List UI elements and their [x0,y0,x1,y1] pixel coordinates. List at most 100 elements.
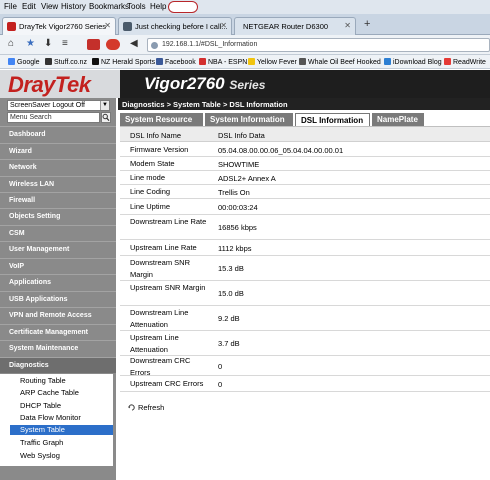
sidebar-item-firewall[interactable]: Firewall [0,192,116,208]
home-icon[interactable]: ⌂ [8,39,14,49]
menu-view[interactable]: View [41,2,58,11]
close-icon[interactable]: ✕ [344,21,351,30]
subitem-web-syslog[interactable]: Web Syslog [20,451,60,460]
menu-history[interactable]: History [61,2,86,11]
bookmark-whaleoil[interactable]: Whale Oil Beef Hooked [299,58,381,66]
model-banner: Vigor2760 Series [120,70,490,98]
bookmark-stuff[interactable]: Stuff.co.nz [45,58,87,66]
bookmark-label: Google [17,59,40,66]
chevron-down-icon[interactable]: ▼ [100,101,109,110]
bookmark-espn[interactable]: NBA - ESPN [199,58,247,66]
row-value: 15.0 dB [218,289,244,298]
facebook-icon [156,58,163,65]
readwrite-icon [444,58,451,65]
row-name: Downstream Line Rate [130,217,207,226]
menu-tools[interactable]: Tools [127,2,146,11]
refresh-button[interactable]: Refresh [128,403,164,412]
row-name: Downstream SNR Margin [130,258,191,279]
search-icon [102,113,110,122]
back-arrow-icon[interactable]: ◀ [130,39,138,49]
sidebar-item-vpn[interactable]: VPN and Remote Access [0,307,116,323]
refresh-label: Refresh [138,403,165,412]
forum-favicon-icon [123,22,132,31]
bookmark-readwrite[interactable]: ReadWrite [444,58,486,66]
download-icon[interactable]: ⬇ [44,39,52,49]
sidebar-item-user-management[interactable]: User Management [0,241,116,257]
bookmark-star-icon[interactable]: ★ [26,39,35,49]
bookmarks-bar: Google Stuff.co.nz NZ Herald Sports Face… [0,55,490,69]
refresh-icon [128,404,135,411]
close-icon[interactable]: ✕ [220,21,227,30]
youtube-icon[interactable] [87,39,100,50]
new-tab-icon[interactable]: + [364,18,370,30]
bookmark-label: Whale Oil Beef Hooked [308,59,381,66]
router-header: DrayTek Vigor2760 Series [0,70,490,98]
adblock-icon[interactable] [106,39,120,50]
tab-system-resource[interactable]: System Resource [120,113,203,126]
browser-tab-forum[interactable]: Just checking before I call... ✕ [118,17,232,35]
row-value: 05.04.08.00.00.06_05.04.04.00.00.01 [218,146,344,155]
table-row: Downstream Line Rate 16856 kbps [120,215,490,240]
url-text: 192.168.1.1/#DSL_Information [162,41,258,48]
row-name: Firmware Version [130,145,189,154]
close-icon[interactable]: ✕ [104,21,111,30]
sidebar-item-voip[interactable]: VoIP [0,258,116,274]
tab-title: Just checking before I call... [135,22,228,31]
sidebar-item-diagnostics[interactable]: Diagnostics [0,357,116,373]
sidebar-item-wireless-lan[interactable]: Wireless LAN [0,176,116,192]
espn-icon [199,58,206,65]
menu-bookmarks[interactable]: Bookmarks [89,2,129,11]
subitem-system-table[interactable]: System Table [10,425,113,435]
url-bar[interactable]: 192.168.1.1/#DSL_Information [147,38,490,52]
model-series: Series [229,78,266,92]
subitem-traffic-graph[interactable]: Traffic Graph [20,438,63,447]
row-name: Line Coding [130,187,171,196]
sidebar-item-wizard[interactable]: Wizard [0,143,116,159]
menu-icon[interactable]: ≡ [62,39,68,49]
tab-dsl-information[interactable]: DSL Information [295,113,370,126]
diagnostics-submenu: Routing Table ARP Cache Table DHCP Table… [0,374,113,466]
menu-help[interactable]: Help [150,2,166,11]
bookmark-facebook[interactable]: Facebook [156,58,196,66]
browser-tab-draytek[interactable]: DrayTek Vigor2760 Series ✕ [2,17,116,35]
sidebar-item-applications[interactable]: Applications [0,274,116,290]
sidebar-item-objects-setting[interactable]: Objects Setting [0,208,116,224]
table-row: Firmware Version 05.04.08.00.00.06_05.04… [120,143,490,157]
menu-edit[interactable]: Edit [22,2,36,11]
menu-file[interactable]: File [4,2,17,11]
tab-nameplate[interactable]: NamePlate [372,113,424,126]
browser-tabbar: DrayTek Vigor2760 Series ✕ Just checking… [0,14,490,35]
subitem-data-flow-monitor[interactable]: Data Flow Monitor [20,413,81,422]
subitem-dhcp-table[interactable]: DHCP Table [20,401,61,410]
sidebar-item-certificate-management[interactable]: Certificate Management [0,324,116,340]
tab-title: DrayTek Vigor2760 Series [19,22,106,31]
bookmark-idownload[interactable]: iDownload Blog [384,58,442,66]
search-button[interactable] [101,112,111,123]
breadcrumb: Diagnostics > System Table > DSL Informa… [118,98,490,110]
table-row: Downstream CRC Errors 0 [120,356,490,377]
sidebar-item-usb-applications[interactable]: USB Applications [0,291,116,307]
sidebar-item-dashboard[interactable]: Dashboard [0,126,116,142]
site-info-icon[interactable] [151,42,158,49]
row-value: 0 [218,380,223,389]
row-name: Upstream SNR Margin [130,283,206,292]
bookmark-yellowfever[interactable]: Yellow Fever [248,58,297,66]
browser-tab-netgear[interactable]: NETGEAR Router D6300 ✕ [234,17,356,35]
bookmark-nzherald[interactable]: NZ Herald Sports [92,58,155,66]
screensaver-logout-select[interactable]: ScreenSaver Logout Off ▼ [7,100,110,111]
subitem-arp-cache-table[interactable]: ARP Cache Table [20,388,79,397]
sidebar-item-csm[interactable]: CSM [0,225,116,241]
sidebar-item-system-maintenance[interactable]: System Maintenance [0,340,116,356]
addon-toolbar-button[interactable] [168,1,198,13]
table-row: Line mode ADSL2+ Annex A [120,171,490,185]
tab-system-information[interactable]: System Information [205,113,293,126]
bookmark-google[interactable]: Google [8,58,40,66]
whaleoil-icon [299,58,306,65]
row-value: ADSL2+ Annex A [218,174,276,183]
menu-search-input[interactable]: Menu Search [7,112,100,123]
row-name: Line mode [130,173,166,182]
table-row: Line Uptime 00:00:03:24 [120,199,490,215]
model-title: Vigor2760 Series [144,74,265,94]
sidebar-item-network[interactable]: Network [0,159,116,175]
subitem-routing-table[interactable]: Routing Table [20,376,66,385]
